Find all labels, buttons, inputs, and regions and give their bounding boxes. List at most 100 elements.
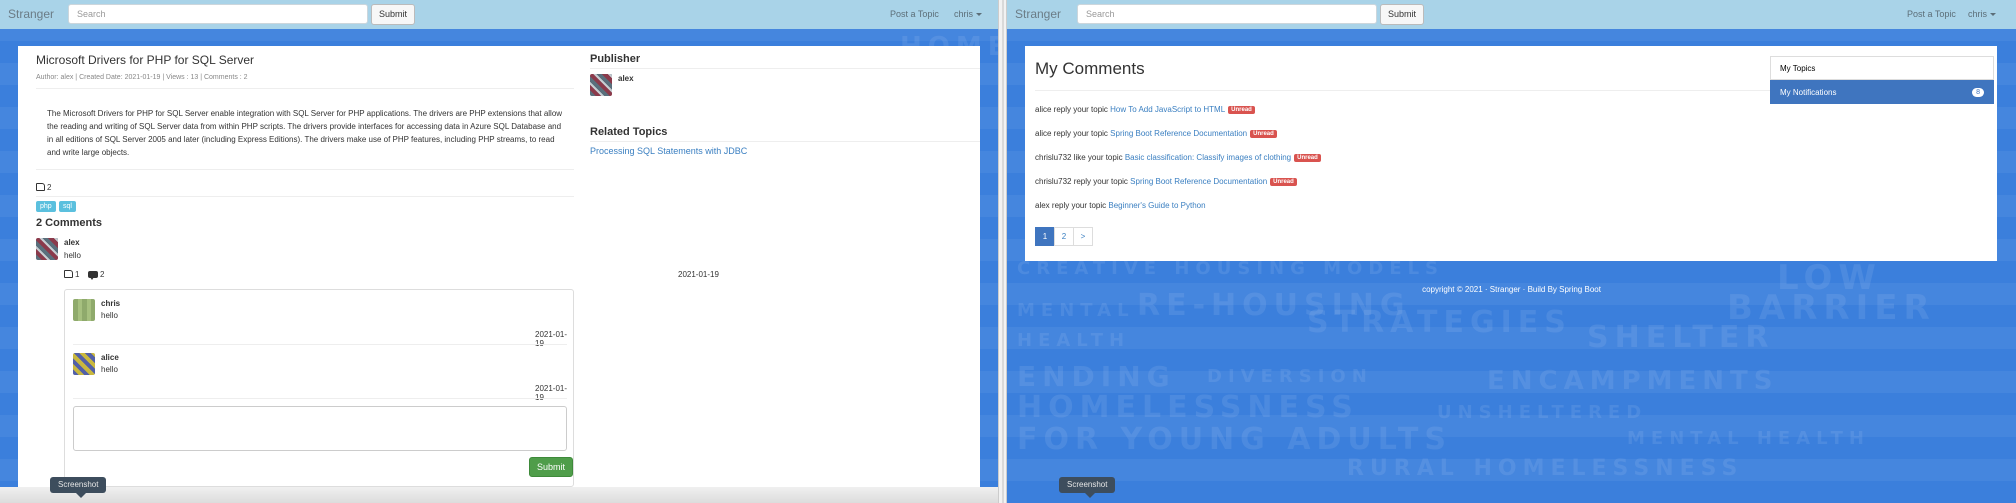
divider bbox=[590, 141, 980, 142]
notification-link[interactable]: Beginner's Guide to Python bbox=[1108, 201, 1205, 210]
publisher-name[interactable]: alex bbox=[618, 74, 634, 83]
unread-badge: Unread bbox=[1294, 153, 1321, 162]
unread-badge: Unread bbox=[1250, 129, 1277, 138]
topic-like-button[interactable]: 2 bbox=[36, 183, 51, 192]
reply-author[interactable]: chris bbox=[101, 299, 120, 308]
notification-text: alex reply your topic bbox=[1035, 201, 1107, 210]
search-submit-button[interactable]: Submit bbox=[371, 4, 416, 25]
comment-reply-toggle[interactable]: 2 bbox=[88, 270, 105, 280]
notification-text: chrislu732 reply your topic bbox=[1035, 177, 1128, 186]
divider bbox=[73, 344, 567, 345]
notification-link[interactable]: How To Add JavaScript to HTML bbox=[1110, 105, 1225, 114]
search-submit-button[interactable]: Submit bbox=[1380, 4, 1425, 25]
notification-link[interactable]: Basic classification: Classify images of… bbox=[1125, 153, 1291, 162]
background-word: CREATIVE HOUSING MODELS bbox=[1017, 258, 1445, 279]
background-word: SHELTER bbox=[1587, 320, 1775, 355]
notification-text: chrislu732 like your topic bbox=[1035, 153, 1123, 162]
comment-like-button[interactable]: 1 bbox=[64, 270, 79, 279]
notification-text: alice reply your topic bbox=[1035, 105, 1108, 114]
screenshot-tooltip-label: Screenshot bbox=[1067, 480, 1108, 489]
notification-link[interactable]: Spring Boot Reference Documentation bbox=[1130, 177, 1267, 186]
chevron-down-icon bbox=[976, 13, 983, 17]
chat-bubble-icon bbox=[88, 271, 98, 280]
divider bbox=[590, 68, 980, 69]
topic-like-count: 2 bbox=[47, 183, 52, 192]
background-word: HEALTH bbox=[1017, 330, 1131, 351]
page-bottom-edge bbox=[0, 487, 998, 503]
comment-author[interactable]: alex bbox=[64, 238, 80, 247]
screenshot-tooltip-label: Screenshot bbox=[58, 480, 99, 489]
post-topic-link[interactable]: Post a Topic bbox=[890, 9, 939, 19]
user-menu[interactable]: chris bbox=[954, 9, 983, 19]
divider bbox=[36, 196, 574, 197]
background-word: STRATEGIES bbox=[1307, 305, 1572, 340]
publisher-heading: Publisher bbox=[590, 53, 641, 65]
background-word: FOR YOUNG ADULTS bbox=[1017, 422, 1452, 457]
notification-link[interactable]: Spring Boot Reference Documentation bbox=[1110, 129, 1247, 138]
background-word: ENCAMPMENTS bbox=[1487, 366, 1779, 396]
notification-count-badge: 8 bbox=[1972, 88, 1984, 97]
navbar: Stranger Search Submit Post a Topic chri… bbox=[0, 0, 998, 29]
notification-item: alice reply your topic How To Add JavaSc… bbox=[1035, 105, 1255, 114]
reply-submit-button[interactable]: Submit bbox=[529, 457, 574, 477]
search-input[interactable]: Search bbox=[1077, 4, 1377, 24]
brand-logo[interactable]: Stranger bbox=[1015, 7, 1061, 21]
page-link-2[interactable]: 2 bbox=[1054, 227, 1074, 246]
avatar[interactable] bbox=[73, 299, 95, 321]
navbar: Stranger Search Submit Post a Topic chri… bbox=[1007, 0, 2016, 29]
replies-panel: chris hello 2021-01-19 alice hello 2021-… bbox=[64, 289, 574, 487]
screenshot-tooltip: Screenshot bbox=[50, 477, 107, 498]
user-name: chris bbox=[1968, 9, 1988, 19]
notifications-card: My Comments alice reply your topic How T… bbox=[1025, 46, 1997, 261]
tag-sql[interactable]: sql bbox=[59, 201, 76, 212]
divider bbox=[1035, 90, 1770, 91]
avatar[interactable] bbox=[73, 353, 95, 375]
topic-meta: Author: alex | Created Date: 2021-01-19 … bbox=[36, 74, 248, 81]
reply-author[interactable]: alice bbox=[101, 353, 119, 362]
menu-my-topics[interactable]: My Topics bbox=[1770, 56, 1994, 80]
comment-like-count: 1 bbox=[75, 270, 80, 279]
thumbs-up-icon bbox=[64, 270, 73, 278]
background-word: DIVERSION bbox=[1207, 366, 1373, 387]
thumbs-up-icon bbox=[36, 183, 45, 191]
avatar[interactable] bbox=[36, 238, 58, 260]
avatar[interactable] bbox=[590, 74, 612, 96]
page-next[interactable]: > bbox=[1073, 227, 1093, 246]
reply-text: hello bbox=[101, 311, 118, 320]
menu-my-notifications-label: My Notifications bbox=[1780, 88, 1837, 97]
background-word: HOMELESSNESS bbox=[1017, 390, 1359, 425]
search-input[interactable]: Search bbox=[68, 4, 368, 24]
topic-body: The Microsoft Drivers for PHP for SQL Se… bbox=[47, 109, 563, 157]
notification-item: alice reply your topic Spring Boot Refer… bbox=[1035, 129, 1277, 138]
right-browser-pane: CREATIVE HOUSING MODELS MENTAL RE-HOUSIN… bbox=[1007, 0, 2016, 503]
background-word: UNSHELTERED bbox=[1437, 402, 1648, 423]
pane-splitter[interactable] bbox=[998, 0, 1007, 503]
tooltip-arrow bbox=[1085, 493, 1095, 498]
reply-date: 2021-01-19 bbox=[535, 330, 568, 348]
divider bbox=[36, 88, 574, 89]
tooltip-arrow bbox=[76, 493, 86, 498]
user-name: chris bbox=[954, 9, 974, 19]
background-word: ENDING bbox=[1017, 360, 1176, 393]
unread-badge: Unread bbox=[1270, 177, 1297, 186]
background-word: MENTAL bbox=[1017, 300, 1135, 321]
brand-logo[interactable]: Stranger bbox=[8, 7, 54, 21]
user-menu[interactable]: chris bbox=[1968, 9, 1997, 19]
reply-date: 2021-01-19 bbox=[535, 384, 568, 402]
reply-text: hello bbox=[101, 365, 118, 374]
reply-textarea[interactable] bbox=[73, 406, 567, 451]
post-topic-link[interactable]: Post a Topic bbox=[1907, 9, 1956, 19]
left-browser-pane: HOMELESSN Stranger Search Submit Post a … bbox=[0, 0, 998, 503]
splitter-grip[interactable] bbox=[1002, 0, 1004, 503]
topic-title: Microsoft Drivers for PHP for SQL Server bbox=[36, 53, 255, 67]
tag-php[interactable]: php bbox=[36, 201, 56, 212]
divider bbox=[36, 169, 574, 170]
page-link-1[interactable]: 1 bbox=[1035, 227, 1055, 246]
unread-badge: Unread bbox=[1228, 105, 1255, 114]
footer-copyright: copyright © 2021 · Stranger · Build By S… bbox=[1422, 285, 1601, 294]
related-topic-link[interactable]: Processing SQL Statements with JDBC bbox=[590, 146, 747, 156]
notification-item: alex reply your topic Beginner's Guide t… bbox=[1035, 201, 1206, 210]
comment-reply-count: 2 bbox=[100, 270, 105, 279]
menu-my-notifications[interactable]: My Notifications 8 bbox=[1770, 80, 1994, 104]
notification-text: alice reply your topic bbox=[1035, 129, 1108, 138]
